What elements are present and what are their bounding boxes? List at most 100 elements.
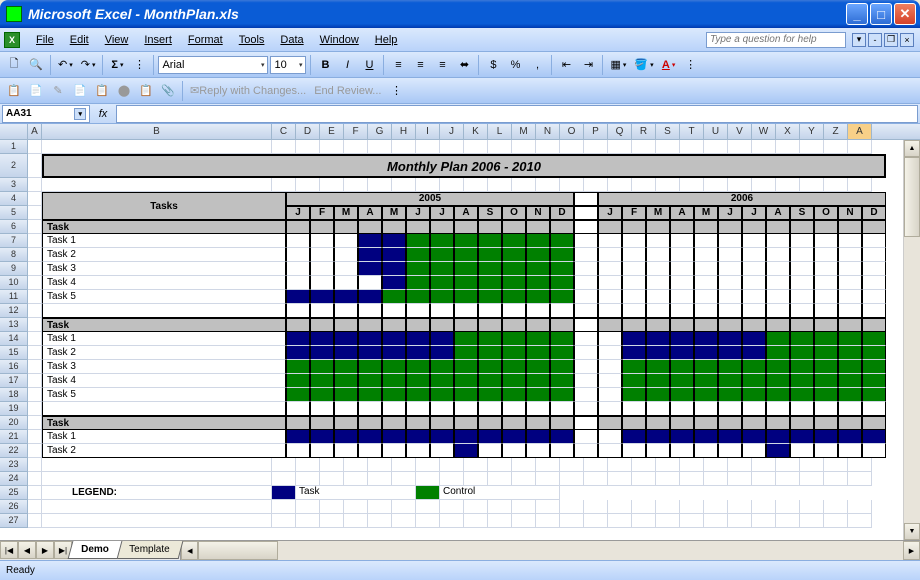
align-left-button[interactable]: ≡ <box>388 55 408 75</box>
month-header[interactable]: F <box>622 206 646 220</box>
spreadsheet-grid[interactable]: A B CDEFGHIJKLMNOPQRSTUVWXYZA 1234567891… <box>0 124 920 540</box>
review-btn-5[interactable]: 📋 <box>92 81 112 101</box>
col-header-r[interactable]: R <box>632 124 656 139</box>
row-header-24[interactable]: 24 <box>0 472 28 486</box>
toolbar-options-3[interactable]: ⋮ <box>386 81 406 101</box>
review-btn-2[interactable]: 📄 <box>26 81 46 101</box>
scroll-up-button[interactable]: ▲ <box>904 140 920 157</box>
review-btn-3[interactable]: ✎ <box>48 81 68 101</box>
scroll-down-button[interactable]: ▼ <box>904 523 920 540</box>
month-header[interactable]: A <box>670 206 694 220</box>
col-header-b[interactable]: B <box>42 124 272 139</box>
col-header-t[interactable]: T <box>680 124 704 139</box>
legend-label[interactable]: LEGEND: <box>42 486 272 500</box>
task-label[interactable]: Task 4 <box>42 276 286 290</box>
sheet-tab-template[interactable]: Template <box>115 541 182 559</box>
plan-title[interactable]: Monthly Plan 2006 - 2010 <box>42 154 886 178</box>
task-label[interactable]: Task 2 <box>42 346 286 360</box>
row-header-3[interactable]: 3 <box>0 178 28 192</box>
row-header-4[interactable]: 4 <box>0 192 28 206</box>
horizontal-scrollbar[interactable]: ◀ ▶ <box>180 541 920 560</box>
task-label[interactable]: Task 4 <box>42 374 286 388</box>
month-header[interactable]: J <box>598 206 622 220</box>
toolbar-options-2[interactable]: ⋮ <box>681 55 701 75</box>
scroll-left-button[interactable]: ◀ <box>181 541 198 560</box>
row-header-17[interactable]: 17 <box>0 374 28 388</box>
col-header-x[interactable]: X <box>776 124 800 139</box>
task-label[interactable]: Task 2 <box>42 248 286 262</box>
align-right-button[interactable]: ≡ <box>432 55 452 75</box>
col-header-i[interactable]: I <box>416 124 440 139</box>
row-header-8[interactable]: 8 <box>0 248 28 262</box>
task-label[interactable]: Task 1 <box>42 332 286 346</box>
increase-indent-button[interactable]: ⇥ <box>578 55 598 75</box>
month-header[interactable]: J <box>718 206 742 220</box>
merge-center-button[interactable]: ⬌ <box>454 55 474 75</box>
menu-window[interactable]: Window <box>312 34 367 46</box>
question-help-input[interactable] <box>706 32 846 48</box>
month-header[interactable]: A <box>766 206 790 220</box>
toolbar-options[interactable]: ⋮ <box>129 55 149 75</box>
row-header-1[interactable]: 1 <box>0 140 28 154</box>
question-dropdown[interactable]: ▾ <box>852 33 866 47</box>
row-header-12[interactable]: 12 <box>0 304 28 318</box>
col-header-m[interactable]: M <box>512 124 536 139</box>
tab-nav-prev[interactable]: ◀ <box>18 541 36 559</box>
close-button[interactable]: ✕ <box>894 3 916 25</box>
currency-button[interactable]: $ <box>483 55 503 75</box>
year-2006-header[interactable]: 2006 <box>598 192 886 206</box>
month-header[interactable]: M <box>334 206 358 220</box>
select-all-corner[interactable] <box>0 124 28 139</box>
reply-changes-button[interactable]: ✉ Reply with Changes... <box>187 81 309 101</box>
col-header-k[interactable]: K <box>464 124 488 139</box>
year-2005-header[interactable]: 2005 <box>286 192 574 206</box>
review-btn-1[interactable]: 📋 <box>4 81 24 101</box>
review-btn-6[interactable]: ⬤ <box>114 81 134 101</box>
row-header-13[interactable]: 13 <box>0 318 28 332</box>
new-button[interactable]: 🗋 <box>4 55 24 75</box>
autosum-button[interactable]: Σ▾ <box>107 55 127 75</box>
legend-task[interactable]: Task <box>296 486 416 500</box>
col-header-p[interactable]: P <box>584 124 608 139</box>
menu-tools[interactable]: Tools <box>231 34 273 46</box>
month-header[interactable]: M <box>382 206 406 220</box>
row-header-23[interactable]: 23 <box>0 458 28 472</box>
row-header-6[interactable]: 6 <box>0 220 28 234</box>
col-header-z[interactable]: Z <box>824 124 848 139</box>
row-header-27[interactable]: 27 <box>0 514 28 528</box>
mdi-restore[interactable]: ❐ <box>884 33 898 47</box>
group-header[interactable]: Task <box>42 416 286 430</box>
col-header-h[interactable]: H <box>392 124 416 139</box>
row-header-14[interactable]: 14 <box>0 332 28 346</box>
underline-button[interactable]: U <box>359 55 379 75</box>
row-header-11[interactable]: 11 <box>0 290 28 304</box>
tasks-header[interactable]: Tasks <box>42 192 286 220</box>
col-header-j[interactable]: J <box>440 124 464 139</box>
month-header[interactable]: N <box>838 206 862 220</box>
redo-button[interactable]: ↷▾ <box>78 55 99 75</box>
print-preview-button[interactable]: 🔍 <box>26 55 46 75</box>
col-header-d[interactable]: D <box>296 124 320 139</box>
row-header-2[interactable]: 2 <box>0 154 28 178</box>
decrease-indent-button[interactable]: ⇤ <box>556 55 576 75</box>
col-header-e[interactable]: E <box>320 124 344 139</box>
month-header[interactable]: M <box>646 206 670 220</box>
month-header[interactable]: N <box>526 206 550 220</box>
minimize-button[interactable]: _ <box>846 3 868 25</box>
font-size-selector[interactable]: 10▾ <box>270 56 306 74</box>
align-center-button[interactable]: ≡ <box>410 55 430 75</box>
month-header[interactable]: F <box>310 206 334 220</box>
italic-button[interactable]: I <box>337 55 357 75</box>
undo-button[interactable]: ↶▾ <box>55 55 76 75</box>
row-header-15[interactable]: 15 <box>0 346 28 360</box>
menu-view[interactable]: View <box>97 34 137 46</box>
percent-button[interactable]: % <box>505 55 525 75</box>
month-header[interactable]: M <box>694 206 718 220</box>
tab-nav-next[interactable]: ▶ <box>36 541 54 559</box>
formula-input[interactable] <box>116 105 918 123</box>
month-header[interactable]: D <box>550 206 574 220</box>
col-header-aa[interactable]: A <box>848 124 872 139</box>
review-btn-7[interactable]: 📋 <box>136 81 156 101</box>
group-header[interactable]: Task <box>42 220 286 234</box>
task-label[interactable]: Task 3 <box>42 262 286 276</box>
